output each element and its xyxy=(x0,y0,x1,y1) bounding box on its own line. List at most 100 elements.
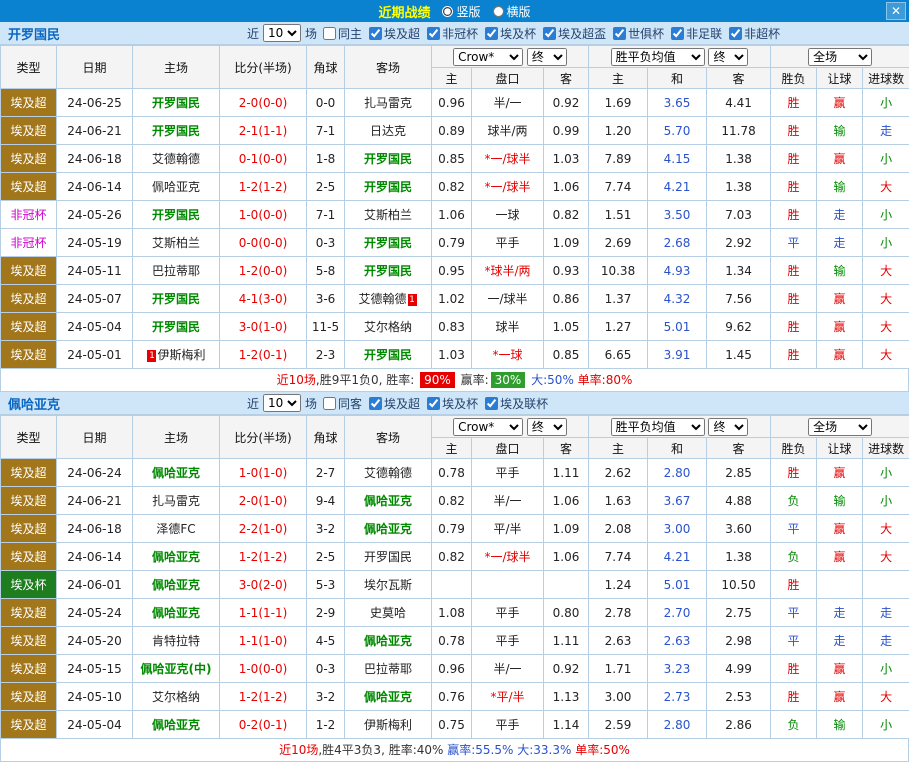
games-label: 场 xyxy=(305,396,318,411)
match-date: 24-05-04 xyxy=(56,710,133,739)
match-date: 24-06-21 xyxy=(56,486,133,515)
odds-final-select[interactable]: 终 xyxy=(526,417,567,436)
home-team-name: 佩哈亚克 xyxy=(151,718,200,732)
filter-checkbox-option[interactable]: 埃及杯 xyxy=(485,25,536,42)
home-team-name: 伊斯梅利 xyxy=(157,348,206,362)
filter-checkbox[interactable] xyxy=(427,26,441,40)
odds-home-value: 0.76 xyxy=(431,682,472,711)
match-count-select[interactable]: 10 xyxy=(263,394,302,412)
league-type-badge: 埃及超 xyxy=(0,682,57,711)
avg-odds-select[interactable]: 胜平负均值 xyxy=(610,47,705,66)
home-team-name: 佩哈亚克 xyxy=(151,550,200,564)
avg-away-value: 2.98 xyxy=(706,626,772,655)
filter-checkbox-option[interactable]: 非足联 xyxy=(671,25,722,42)
filter-checkbox-label: 埃及超盃 xyxy=(558,26,607,41)
odds-final-select[interactable]: 终 xyxy=(526,47,567,66)
filter-checkbox[interactable] xyxy=(485,26,499,40)
result-outcome: 平 xyxy=(770,514,818,543)
filter-checkbox[interactable] xyxy=(729,26,743,40)
fullmatch-select[interactable]: 全场 xyxy=(808,47,873,66)
away-team: 开罗国民 xyxy=(344,228,432,257)
avg-draw-value: 3.91 xyxy=(647,340,708,369)
odds-company-select[interactable]: Crow* xyxy=(453,417,524,436)
result-handicap: 赢 xyxy=(816,144,864,173)
filter-checkbox-option[interactable]: 埃及超 xyxy=(369,25,420,42)
home-team: 泽德FC xyxy=(132,514,220,543)
avg-away-value: 2.92 xyxy=(706,228,772,257)
subcol-avg-away: 客 xyxy=(706,67,772,89)
close-icon[interactable]: ✕ xyxy=(886,2,906,20)
result-handicap: 赢 xyxy=(816,654,864,683)
away-team: 日达克 xyxy=(344,116,432,145)
filter-checkbox-option[interactable]: 埃及联杯 xyxy=(485,395,548,412)
col-header-type: 类型 xyxy=(0,45,57,89)
filter-checkbox[interactable] xyxy=(485,396,499,410)
league-type-badge: 埃及超 xyxy=(0,486,57,515)
filter-checkbox-option[interactable]: 埃及超 xyxy=(369,395,420,412)
subcol-handicap-result: 让球 xyxy=(816,437,864,459)
avg-draw-value: 4.15 xyxy=(647,144,708,173)
filter-checkbox[interactable] xyxy=(543,26,557,40)
filter-checkbox[interactable] xyxy=(369,26,383,40)
filter-checkbox-option[interactable]: 非冠杯 xyxy=(427,25,478,42)
avg-home-value: 7.89 xyxy=(588,144,649,173)
filter-checkbox-label: 同客 xyxy=(338,396,363,411)
filter-checkbox-option[interactable]: 埃及杯 xyxy=(427,395,478,412)
avg-final-select[interactable]: 终 xyxy=(708,47,749,66)
filter-checkbox-option[interactable]: 同主 xyxy=(323,25,362,42)
home-team-name: 肯特拉特 xyxy=(151,634,200,648)
corner-count: 3-2 xyxy=(306,514,345,543)
avg-draw-value: 3.00 xyxy=(647,514,708,543)
home-team-name: 佩哈亚克 xyxy=(151,606,200,620)
avg-final-select[interactable]: 终 xyxy=(708,417,749,436)
team-section-2: 佩哈亚克 近 10 场 同客 埃及超 埃及杯 埃及联杯 类型 日期 主场 比分(半场)… xyxy=(0,392,909,762)
home-team: 开罗国民 xyxy=(132,116,220,145)
away-team: 佩哈亚克 xyxy=(344,626,432,655)
away-team: 佩哈亚克 xyxy=(344,514,432,543)
filter-checkbox-option[interactable]: 非超杯 xyxy=(729,25,780,42)
corner-count: 3-6 xyxy=(306,284,345,313)
match-date: 24-06-01 xyxy=(56,570,133,599)
filter-checkbox[interactable] xyxy=(613,26,627,40)
filter-checkbox-option[interactable]: 埃及超盃 xyxy=(543,25,606,42)
layout-option-vertical[interactable]: 竖版 xyxy=(442,3,481,20)
away-team-name: 艾尔格纳 xyxy=(363,320,412,334)
away-team: 艾德翰德 xyxy=(344,458,432,487)
result-goals: 小 xyxy=(862,486,909,515)
filter-checkbox-option[interactable]: 同客 xyxy=(323,395,362,412)
home-team: 佩哈亚克(中) xyxy=(132,654,220,683)
match-count-select[interactable]: 10 xyxy=(263,24,302,42)
odds-away-value: 0.92 xyxy=(542,654,590,683)
league-type-badge: 埃及超 xyxy=(0,312,57,341)
avg-home-value: 3.00 xyxy=(588,682,649,711)
fullmatch-select[interactable]: 全场 xyxy=(808,417,873,436)
avg-away-value: 7.03 xyxy=(706,200,772,229)
avg-draw-value: 2.68 xyxy=(647,228,708,257)
avg-away-value: 1.45 xyxy=(706,340,772,369)
away-team-name: 开罗国民 xyxy=(363,264,412,278)
odds-away-value xyxy=(542,570,590,599)
handicap-line: 半/一 xyxy=(471,88,544,117)
team-bar: 开罗国民 近 10 场 同主 埃及超 非冠杯 埃及杯 埃及超盃 世俱杯 非足联 非超杯 xyxy=(0,22,909,45)
vertical-layout-label: 竖版 xyxy=(456,4,481,19)
corner-count: 0-3 xyxy=(306,228,345,257)
result-goals: 小 xyxy=(862,710,909,739)
filter-checkbox[interactable] xyxy=(369,396,383,410)
league-type-badge: 埃及超 xyxy=(0,256,57,285)
filter-checkbox[interactable] xyxy=(323,396,337,410)
horizontal-layout-radio[interactable] xyxy=(492,5,504,17)
filter-checkbox-label: 埃及联杯 xyxy=(500,396,549,411)
match-row: 埃及超 24-05-10 艾尔格纳 1-2(1-2) 3-2 佩哈亚克 0.76 *平/半 1.… xyxy=(0,682,909,711)
result-outcome: 负 xyxy=(770,710,818,739)
handicap-line: 平手 xyxy=(471,228,544,257)
league-type-badge: 埃及超 xyxy=(0,710,57,739)
filter-checkbox[interactable] xyxy=(427,396,441,410)
avg-odds-select[interactable]: 胜平负均值 xyxy=(610,417,705,436)
odds-company-select[interactable]: Crow* xyxy=(453,47,524,66)
layout-option-horizontal[interactable]: 横版 xyxy=(492,3,531,20)
filter-checkbox-option[interactable]: 世俱杯 xyxy=(613,25,664,42)
vertical-layout-radio[interactable] xyxy=(442,5,454,17)
filter-checkbox[interactable] xyxy=(323,26,337,40)
home-team-name: 开罗国民 xyxy=(151,208,200,222)
filter-checkbox[interactable] xyxy=(671,26,685,40)
